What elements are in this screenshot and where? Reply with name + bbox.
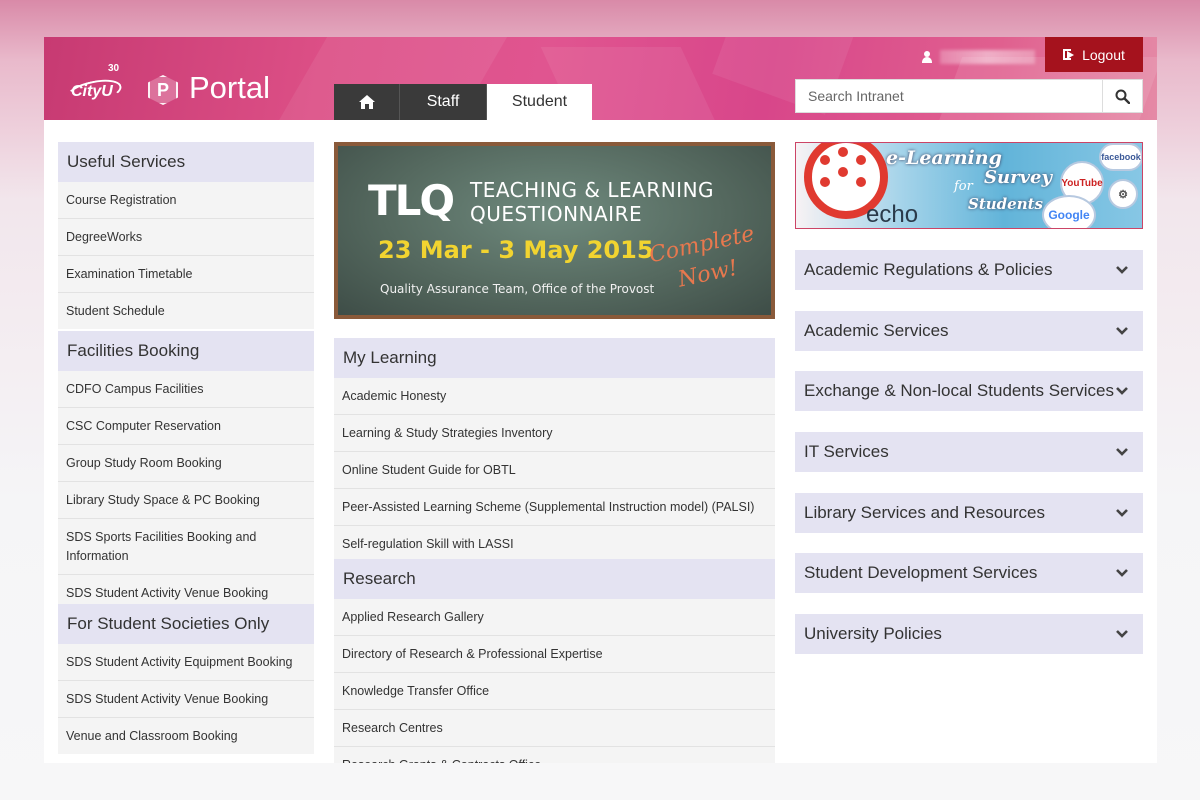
accordion-it-services[interactable]: IT Services: [795, 432, 1143, 472]
search-icon: [1115, 89, 1131, 104]
facebook-icon: facebook: [1099, 143, 1142, 171]
link-research-grants[interactable]: Research Grants & Contracts Office: [334, 747, 775, 763]
chevron-down-icon: [1116, 327, 1128, 335]
panel-research: Research Applied Research Gallery Direct…: [334, 559, 775, 763]
chevron-down-icon: [1116, 630, 1128, 638]
google-icon: Google: [1042, 195, 1096, 228]
elearning-banner[interactable]: echo e-Learning for Survey Students face…: [795, 142, 1143, 229]
tab-staff[interactable]: Staff: [400, 84, 487, 120]
panel-title: My Learning: [334, 338, 775, 378]
user-info: [922, 47, 1035, 67]
portal-title[interactable]: Portal: [189, 70, 270, 106]
search-input[interactable]: [796, 80, 1103, 112]
wikipedia-icon: ⚙: [1108, 179, 1138, 209]
elearning-students: Students: [968, 195, 1043, 213]
home-icon: [358, 95, 375, 109]
link-sds-activity-equipment[interactable]: SDS Student Activity Equipment Booking: [58, 644, 314, 681]
accordion-label: Academic Services: [804, 321, 949, 340]
accordion-label: Library Services and Resources: [804, 503, 1045, 522]
link-sds-activity-venue[interactable]: SDS Student Activity Venue Booking: [58, 681, 314, 718]
chevron-down-icon: [1116, 509, 1128, 517]
echo-logo: echo: [866, 201, 919, 228]
link-knowledge-transfer[interactable]: Knowledge Transfer Office: [334, 673, 775, 710]
elearning-survey: Survey: [984, 167, 1052, 188]
accordion-academic-regulations[interactable]: Academic Regulations & Policies: [795, 250, 1143, 290]
tlq-subtitle: Quality Assurance Team, Office of the Pr…: [380, 282, 655, 296]
logout-icon: [1063, 49, 1075, 60]
chevron-down-icon: [1116, 387, 1128, 395]
header-bar: CityU 30 P Portal Staff Student Logout: [44, 37, 1157, 120]
tlq-call-to-action: Complete Now!: [646, 221, 757, 293]
link-examination-timetable[interactable]: Examination Timetable: [58, 256, 314, 293]
accordion-label: IT Services: [804, 442, 889, 461]
accordion-label: Student Development Services: [804, 563, 1038, 582]
elearning-title: e-Learning: [886, 147, 1002, 169]
accordion-library-services[interactable]: Library Services and Resources: [795, 493, 1143, 533]
tlq-banner[interactable]: TLQ TEACHING & LEARNING QUESTIONNAIRE 23…: [334, 142, 775, 319]
panel-student-societies: For Student Societies Only SDS Student A…: [58, 604, 314, 754]
search-button[interactable]: [1102, 80, 1142, 112]
link-cdfo-campus-facilities[interactable]: CDFO Campus Facilities: [58, 371, 314, 408]
link-academic-honesty[interactable]: Academic Honesty: [334, 378, 775, 415]
link-course-registration[interactable]: Course Registration: [58, 182, 314, 219]
accordion-exchange-services[interactable]: Exchange & Non-local Students Services: [795, 371, 1143, 411]
elearning-for: for: [954, 179, 973, 194]
link-lssi[interactable]: Learning & Study Strategies Inventory: [334, 415, 775, 452]
panel-my-learning: My Learning Academic Honesty Learning & …: [334, 338, 775, 562]
tlq-title-line2: QUESTIONNAIRE: [470, 202, 643, 226]
cityu-logo-text: CityU: [71, 83, 113, 100]
accordion-student-development[interactable]: Student Development Services: [795, 553, 1143, 593]
accordion-label: Exchange & Non-local Students Services: [804, 381, 1114, 400]
portal-badge-icon: P: [148, 75, 178, 105]
page-frame: CityU 30 P Portal Staff Student Logout S…: [44, 37, 1157, 763]
link-palsi[interactable]: Peer-Assisted Learning Scheme (Supplemen…: [334, 489, 775, 526]
panel-title: For Student Societies Only: [58, 604, 314, 644]
link-student-schedule[interactable]: Student Schedule: [58, 293, 314, 329]
tab-student[interactable]: Student: [487, 84, 592, 120]
tlq-title-line1: TEACHING & LEARNING: [470, 178, 715, 202]
tlq-logo: TLQ: [368, 176, 455, 225]
tlq-dates: 23 Mar - 3 May 2015: [378, 236, 654, 264]
panel-title: Facilities Booking: [58, 331, 314, 371]
link-library-study-space[interactable]: Library Study Space & PC Booking: [58, 482, 314, 519]
user-icon: [922, 51, 932, 63]
accordion-university-policies[interactable]: University Policies: [795, 614, 1143, 654]
panel-title: Research: [334, 559, 775, 599]
tab-home[interactable]: [334, 84, 400, 120]
logout-label: Logout: [1082, 46, 1125, 63]
link-applied-research-gallery[interactable]: Applied Research Gallery: [334, 599, 775, 636]
username-redacted: [940, 50, 1035, 64]
link-venue-classroom-booking[interactable]: Venue and Classroom Booking: [58, 718, 314, 754]
link-research-directory[interactable]: Directory of Research & Professional Exp…: [334, 636, 775, 673]
logout-button[interactable]: Logout: [1045, 37, 1143, 72]
chevron-down-icon: [1116, 569, 1128, 577]
panel-useful-services: Useful Services Course Registration Degr…: [58, 142, 314, 329]
panel-title: Useful Services: [58, 142, 314, 182]
chevron-down-icon: [1116, 266, 1128, 274]
link-research-centres[interactable]: Research Centres: [334, 710, 775, 747]
accordion-academic-services[interactable]: Academic Services: [795, 311, 1143, 351]
link-degreeworks[interactable]: DegreeWorks: [58, 219, 314, 256]
link-group-study-room[interactable]: Group Study Room Booking: [58, 445, 314, 482]
panel-facilities-booking: Facilities Booking CDFO Campus Facilitie…: [58, 331, 314, 611]
search-box: [795, 79, 1143, 113]
accordion-label: Academic Regulations & Policies: [804, 260, 1053, 279]
nav-tabs: Staff Student: [334, 84, 592, 120]
accordion-label: University Policies: [804, 624, 942, 643]
link-lassi[interactable]: Self-regulation Skill with LASSI: [334, 526, 775, 562]
chevron-down-icon: [1116, 448, 1128, 456]
cityu-logo-anniversary: 30: [108, 63, 120, 74]
link-csc-computer-reservation[interactable]: CSC Computer Reservation: [58, 408, 314, 445]
link-sds-sports-facilities[interactable]: SDS Sports Facilities Booking and Inform…: [58, 519, 314, 575]
link-obtl-guide[interactable]: Online Student Guide for OBTL: [334, 452, 775, 489]
cityu-logo[interactable]: CityU 30: [64, 63, 126, 109]
